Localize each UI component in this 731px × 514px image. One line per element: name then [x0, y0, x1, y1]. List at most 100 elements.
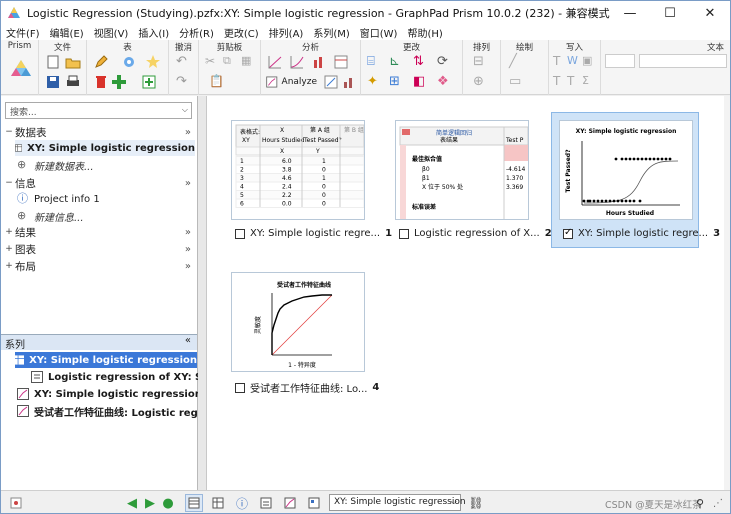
stats-table-icon[interactable]: [333, 54, 349, 70]
sidebar-item-xy-data[interactable]: XY: Simple logistic regression: [15, 140, 195, 156]
section-data-tables[interactable]: − 数据表 »: [3, 124, 195, 140]
thumbnail-data-table[interactable]: 表格式: XY X 第 A 组 第 B 组 Hours Studied Test…: [231, 120, 365, 220]
menu-file[interactable]: 文件(F): [1, 25, 45, 40]
graph-icon[interactable]: [341, 74, 357, 90]
palette-icon[interactable]: ❖: [437, 74, 453, 90]
next-sheet-icon[interactable]: ▶: [141, 494, 159, 512]
shape-tool-icon[interactable]: ▭: [509, 74, 525, 90]
add-column-icon[interactable]: [141, 74, 157, 90]
redo-icon[interactable]: ↷: [176, 74, 192, 90]
chevron-right-icon[interactable]: »: [185, 227, 191, 238]
pencil-icon[interactable]: [93, 54, 109, 70]
chevron-right-icon[interactable]: »: [185, 127, 191, 138]
menu-help[interactable]: 帮助(H): [402, 25, 447, 40]
save-icon[interactable]: [45, 74, 61, 90]
print-icon[interactable]: [65, 74, 81, 90]
thumbnail-caption-4[interactable]: 受试者工作特征曲线: Lo... 4: [235, 380, 379, 395]
axis-format-icon[interactable]: ⊞: [389, 74, 405, 90]
select-checkbox[interactable]: [399, 228, 409, 239]
prev-sheet-icon[interactable]: ◀: [123, 494, 141, 512]
series-item-roc-graph[interactable]: 受试者工作特征曲线: Logistic regress: [17, 403, 221, 419]
copy-icon[interactable]: ⧉: [223, 54, 239, 70]
section-results[interactable]: + 结果 »: [3, 224, 195, 240]
series-item-graph[interactable]: XY: Simple logistic regression: [17, 386, 202, 402]
undo-icon[interactable]: ↶: [176, 54, 192, 70]
font-size-select[interactable]: [639, 54, 727, 68]
cut-icon[interactable]: ✂: [205, 54, 221, 70]
nonlinear-fit-icon[interactable]: [289, 54, 305, 70]
swap-icon[interactable]: ⇅: [413, 54, 429, 70]
gallery-view-icon[interactable]: [185, 494, 203, 512]
menu-change[interactable]: 更改(C): [219, 25, 264, 40]
layout-sheet-icon[interactable]: [305, 494, 323, 512]
open-folder-icon[interactable]: [65, 54, 81, 70]
thumbnail-caption-2[interactable]: Logistic regression of X... 2: [399, 228, 552, 239]
thumbnail-results[interactable]: 简单逻辑回归 表结果 Test P 最佳拟合值 β0 -4.614 β1 1.3…: [395, 120, 529, 220]
zoom-icon[interactable]: ⚲: [691, 494, 709, 512]
thumbnail-logistic-graph[interactable]: XY: Simple logistic regression Test Pass…: [559, 120, 693, 220]
section-layouts[interactable]: + 布局 »: [3, 258, 195, 274]
minimize-button[interactable]: —: [610, 1, 650, 25]
select-checkbox[interactable]: [235, 228, 245, 239]
align-icon[interactable]: ⊟: [473, 54, 489, 70]
prism-logo-icon[interactable]: [10, 58, 32, 78]
series-item-xy-data[interactable]: XY: Simple logistic regression: [15, 352, 197, 368]
chevron-down-icon[interactable]: ⌵: [451, 497, 457, 507]
format-icon[interactable]: ⌸: [367, 54, 383, 70]
menu-insert[interactable]: 插入(I): [133, 25, 174, 40]
resize-grip-icon[interactable]: ⋰: [709, 494, 727, 512]
collapse-icon[interactable]: −: [3, 127, 15, 137]
magic-wand-icon[interactable]: ✦: [367, 74, 383, 90]
panel-splitter[interactable]: [198, 96, 206, 490]
vertical-scrollbar[interactable]: [724, 96, 730, 490]
search-input[interactable]: 搜索... ⌵: [5, 102, 192, 119]
graph-sheet-icon[interactable]: [281, 494, 299, 512]
expand-icon[interactable]: +: [3, 261, 15, 271]
select-checkbox[interactable]: [235, 382, 245, 393]
delete-icon[interactable]: [93, 74, 109, 90]
maximize-button[interactable]: ☐: [650, 1, 690, 25]
linear-fit-icon[interactable]: [267, 54, 283, 70]
font-select[interactable]: [605, 54, 635, 68]
magic-icon[interactable]: [7, 494, 25, 512]
menu-window[interactable]: 窗口(W): [355, 25, 403, 40]
add-icon[interactable]: [111, 74, 127, 90]
expand-icon[interactable]: +: [3, 227, 15, 237]
xy-axis-icon[interactable]: ⊾: [389, 54, 405, 70]
collapse-panel-icon[interactable]: «: [185, 335, 191, 346]
star-icon[interactable]: [145, 54, 161, 70]
image-icon[interactable]: ▣: [582, 54, 598, 70]
menu-arrange[interactable]: 排列(A): [264, 25, 309, 40]
section-graphs[interactable]: + 图表 »: [3, 241, 195, 257]
rotate-icon[interactable]: ⟳: [437, 54, 453, 70]
column-stats-icon[interactable]: [311, 54, 327, 70]
color-scheme-icon[interactable]: ◧: [413, 74, 429, 90]
thumbnail-caption-1[interactable]: XY: Simple logistic regre... 1: [235, 228, 392, 239]
superscript-icon[interactable]: T: [567, 74, 583, 90]
transform-icon[interactable]: [323, 74, 339, 90]
sheet-select-dropdown[interactable]: XY: Simple logistic regression ⌵: [329, 494, 466, 511]
equation-icon[interactable]: Σ: [582, 74, 598, 90]
info-icon[interactable]: ⓘ: [233, 494, 251, 512]
sidebar-item-project-info[interactable]: ⓘ Project info 1: [17, 191, 100, 207]
menu-analysis[interactable]: 分析(R): [174, 25, 219, 40]
new-data-table-link[interactable]: ⊕ 新建数据表...: [17, 157, 94, 173]
copy-graph-icon[interactable]: ▦: [241, 54, 257, 70]
go-to-sheet-icon[interactable]: ●: [159, 494, 177, 512]
menu-family[interactable]: 系列(M): [308, 25, 354, 40]
gear-icon[interactable]: [121, 54, 137, 70]
data-table-icon[interactable]: [209, 494, 227, 512]
chevron-down-icon[interactable]: ⌵: [182, 105, 188, 115]
chevron-right-icon[interactable]: »: [185, 261, 191, 272]
close-button[interactable]: ✕: [690, 1, 730, 25]
menu-edit[interactable]: 编辑(E): [45, 25, 89, 40]
collapse-icon[interactable]: −: [3, 178, 15, 188]
section-info[interactable]: − 信息 »: [3, 175, 195, 191]
link-icon[interactable]: ⛓: [467, 494, 485, 512]
thumbnail-caption-3[interactable]: XY: Simple logistic regre... 3: [563, 227, 720, 239]
new-file-icon[interactable]: [45, 54, 61, 70]
select-checkbox[interactable]: [563, 227, 573, 239]
new-info-link[interactable]: ⊕ 新建信息...: [17, 208, 84, 224]
analyze-button[interactable]: Analyze: [265, 74, 317, 90]
word-icon[interactable]: W: [567, 54, 583, 70]
